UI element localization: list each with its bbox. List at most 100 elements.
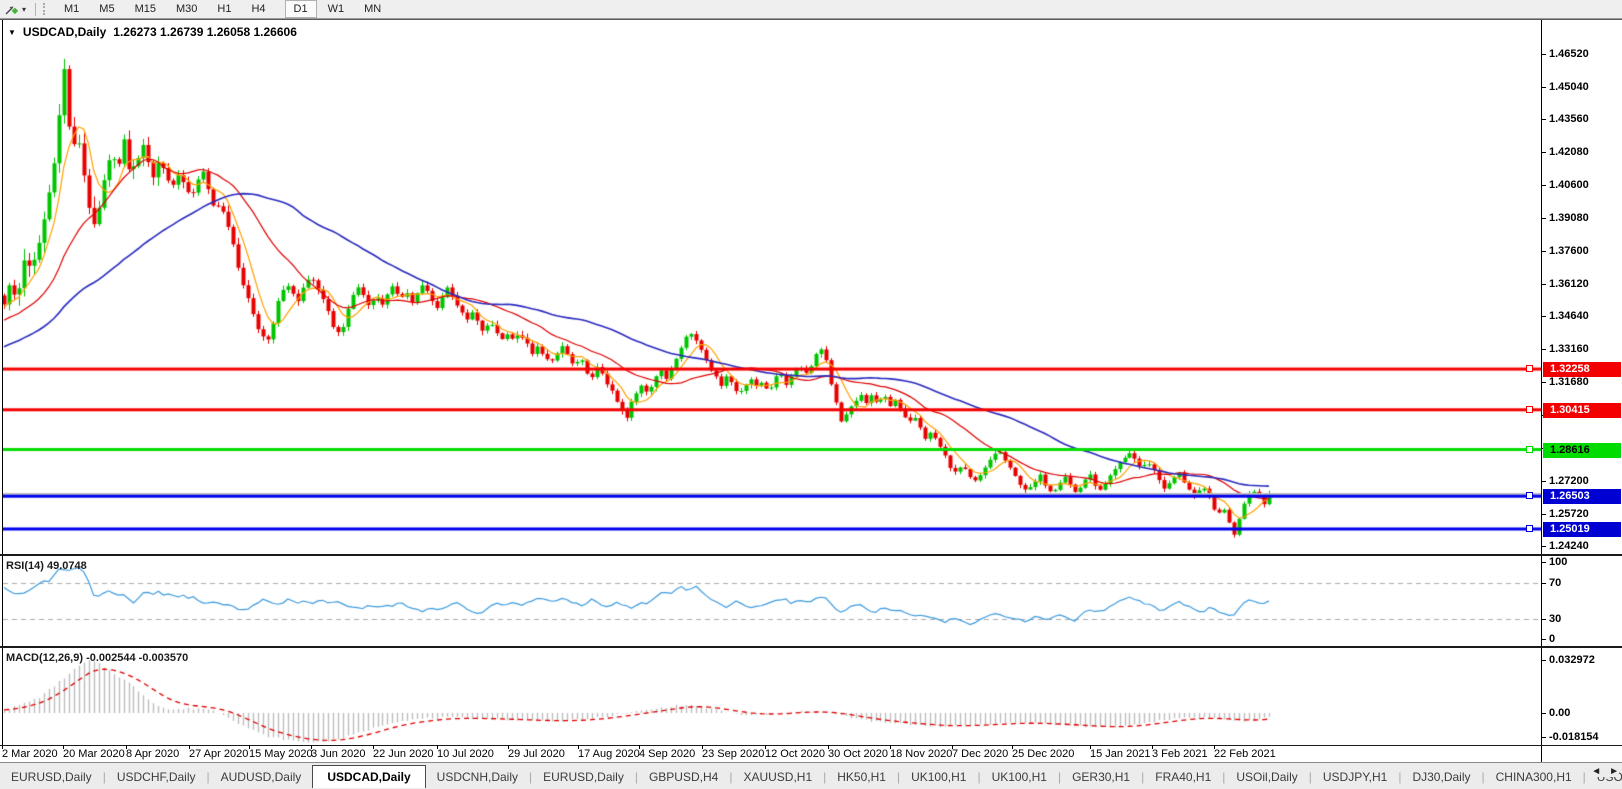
date-axis-border bbox=[0, 745, 1622, 746]
price-axis-label: 1.36120 bbox=[1549, 277, 1589, 290]
price-axis-tick-mark bbox=[1541, 381, 1546, 383]
rsi-axis-label: 70 bbox=[1549, 577, 1562, 589]
date-axis-label: 15 Jan 2021 bbox=[1090, 748, 1151, 760]
price-line-badge: 1.25019 bbox=[1543, 521, 1621, 537]
date-axis-label: 30 Oct 2020 bbox=[828, 748, 888, 760]
price-line-badge: 1.28616 bbox=[1543, 442, 1621, 458]
rsi-axis-tick-mark bbox=[1541, 619, 1546, 620]
timeframe-button-H4[interactable]: H4 bbox=[242, 0, 274, 18]
date-axis-label: 15 May 2020 bbox=[249, 748, 313, 760]
timeframe-button-M30[interactable]: M30 bbox=[167, 0, 206, 18]
price-axis-tick-mark bbox=[1541, 316, 1546, 318]
price-axis-tick-mark bbox=[1541, 283, 1546, 285]
timeframe-button-M1[interactable]: M1 bbox=[55, 0, 88, 18]
date-axis-label: 7 Dec 2020 bbox=[952, 748, 1009, 760]
hline-handle[interactable] bbox=[1526, 492, 1533, 500]
chart-symbol-label: USDCAD,Daily bbox=[22, 25, 107, 39]
date-axis-label: 12 Oct 2020 bbox=[765, 748, 825, 760]
macd-axis-label: -0.018154 bbox=[1549, 731, 1599, 743]
chart-title: ▼ USDCAD,Daily 1.26273 1.26739 1.26058 1… bbox=[8, 25, 297, 39]
tab-china300-h1[interactable]: CHINA300,H1 bbox=[1485, 766, 1583, 788]
hline-handle[interactable] bbox=[1526, 365, 1533, 373]
price-axis-tick-mark bbox=[1541, 54, 1546, 55]
panel-separator-main-rsi[interactable] bbox=[0, 554, 1622, 556]
hline-handle[interactable] bbox=[1526, 524, 1533, 532]
rsi-axis-tick-mark bbox=[1541, 562, 1546, 563]
rsi-axis-tick-mark bbox=[1541, 583, 1546, 584]
tab-gbpusd-h4[interactable]: GBPUSD,H4 bbox=[638, 766, 729, 788]
tab-uk100-h1[interactable]: UK100,H1 bbox=[900, 766, 977, 788]
tab-usdcad-daily[interactable]: USDCAD,Daily bbox=[312, 765, 426, 788]
macd-axis-tick-mark bbox=[1541, 737, 1546, 738]
timeframe-button-M15[interactable]: M15 bbox=[126, 0, 165, 18]
timeframe-button-M5[interactable]: M5 bbox=[90, 0, 123, 18]
tab-usoil-daily[interactable]: USOil,Daily bbox=[1225, 766, 1308, 788]
macd-axis-tick-mark bbox=[1541, 713, 1546, 714]
date-axis-label: 18 Nov 2020 bbox=[890, 748, 953, 760]
price-line-badge: 1.30415 bbox=[1543, 402, 1621, 418]
close-value: 1.26606 bbox=[253, 25, 297, 39]
ohlc-values: 1.26273 1.26739 1.26058 1.26606 bbox=[113, 25, 297, 39]
timeframe-button-MN[interactable]: MN bbox=[355, 0, 390, 18]
tab-uk100-h1[interactable]: UK100,H1 bbox=[981, 766, 1058, 788]
high-value: 1.26739 bbox=[160, 25, 204, 39]
date-axis-label: 25 Dec 2020 bbox=[1012, 748, 1075, 760]
tab-usdcnh-daily[interactable]: USDCNH,Daily bbox=[426, 766, 529, 788]
main-price-chart-canvas[interactable] bbox=[3, 21, 1541, 554]
hline-handle[interactable] bbox=[1526, 405, 1533, 413]
cursor-tool-button[interactable]: ▾ bbox=[0, 2, 30, 16]
tab-fra40-h1[interactable]: FRA40,H1 bbox=[1144, 766, 1222, 788]
tab-dj30-daily[interactable]: DJ30,Daily bbox=[1401, 766, 1481, 788]
low-value: 1.26058 bbox=[206, 25, 251, 39]
timeframe-button-D1[interactable]: D1 bbox=[284, 0, 317, 18]
crosshair-cursor-icon bbox=[5, 6, 19, 15]
price-axis-label: 1.46520 bbox=[1549, 48, 1589, 60]
price-axis-tick-mark bbox=[1541, 152, 1546, 154]
application-window: { "toolbar": { "cursor_tool": {"icon": "… bbox=[0, 0, 1622, 789]
tab-eurusd-daily[interactable]: EURUSD,Daily bbox=[0, 766, 103, 788]
rsi-axis-label: 30 bbox=[1549, 613, 1562, 625]
timeframe-button-H1[interactable]: H1 bbox=[208, 0, 240, 18]
price-axis-label: 1.43560 bbox=[1549, 113, 1589, 126]
date-axis-label: 8 Apr 2020 bbox=[126, 748, 180, 760]
chevron-down-icon: ▾ bbox=[22, 4, 27, 14]
price-axis-label: 1.34640 bbox=[1549, 310, 1589, 323]
date-axis-label: 10 Jul 2020 bbox=[437, 748, 494, 760]
price-axis-tick-mark bbox=[1541, 349, 1546, 351]
tab-eurusd-daily[interactable]: EURUSD,Daily bbox=[532, 766, 635, 788]
price-axis-tick-mark bbox=[1541, 480, 1546, 482]
price-axis-tick-mark bbox=[1541, 546, 1546, 548]
chart-left-border bbox=[2, 20, 3, 745]
tab-scroll-right-button[interactable]: ► bbox=[1609, 766, 1619, 777]
date-axis-label: 2 Mar 2020 bbox=[2, 748, 58, 760]
top-toolbar: ▾ M1 M5 M15 M30 H1 H4 D1 W1 MN bbox=[0, 0, 1622, 19]
toolbar-separator bbox=[35, 2, 37, 16]
date-axis-label: 20 Mar 2020 bbox=[63, 748, 125, 760]
rsi-axis-tick-mark bbox=[1541, 639, 1546, 640]
macd-label: MACD(12,26,9) -0.002544 -0.003570 bbox=[6, 652, 189, 664]
timeframe-button-W1[interactable]: W1 bbox=[319, 0, 354, 18]
macd-indicator-canvas[interactable] bbox=[3, 649, 1541, 745]
panel-separator-rsi-macd[interactable] bbox=[0, 646, 1622, 648]
tab-hk50-h1[interactable]: HK50,H1 bbox=[826, 766, 897, 788]
hline-handle[interactable] bbox=[1526, 445, 1533, 453]
rsi-indicator-canvas[interactable] bbox=[3, 557, 1541, 645]
symbol-tab-bar: EURUSD,Daily | USDCHF,Daily | AUDUSD,Daily US… bbox=[0, 762, 1622, 789]
price-axis-label: 1.31680 bbox=[1549, 375, 1589, 388]
price-axis-tick-mark bbox=[1541, 119, 1546, 121]
chart-window: ▼ USDCAD,Daily 1.26273 1.26739 1.26058 1… bbox=[0, 19, 1622, 763]
price-axis-label: 1.45040 bbox=[1549, 80, 1589, 93]
macd-axis-label: 0.00 bbox=[1549, 707, 1571, 719]
tab-scroll-left-button[interactable]: ◄ bbox=[1591, 766, 1601, 777]
rsi-axis-label: 100 bbox=[1549, 556, 1568, 568]
symbol-toggle-icon[interactable]: ▼ bbox=[8, 28, 16, 37]
tab-xauusd-h1[interactable]: XAUUSD,H1 bbox=[732, 766, 823, 788]
tab-audusd-daily[interactable]: AUDUSD,Daily bbox=[210, 766, 313, 788]
tab-usdjpy-h1[interactable]: USDJPY,H1 bbox=[1312, 766, 1398, 788]
price-axis-tick-mark bbox=[1541, 513, 1546, 515]
tab-usdchf-daily[interactable]: USDCHF,Daily bbox=[106, 766, 207, 788]
price-axis-label: 1.24240 bbox=[1549, 540, 1589, 553]
tab-ger30-h1[interactable]: GER30,H1 bbox=[1061, 766, 1141, 788]
timeframe-toolbar: M1 M5 M15 M30 H1 H4 D1 W1 MN bbox=[54, 0, 391, 18]
rsi-axis-label: 0 bbox=[1549, 633, 1556, 645]
